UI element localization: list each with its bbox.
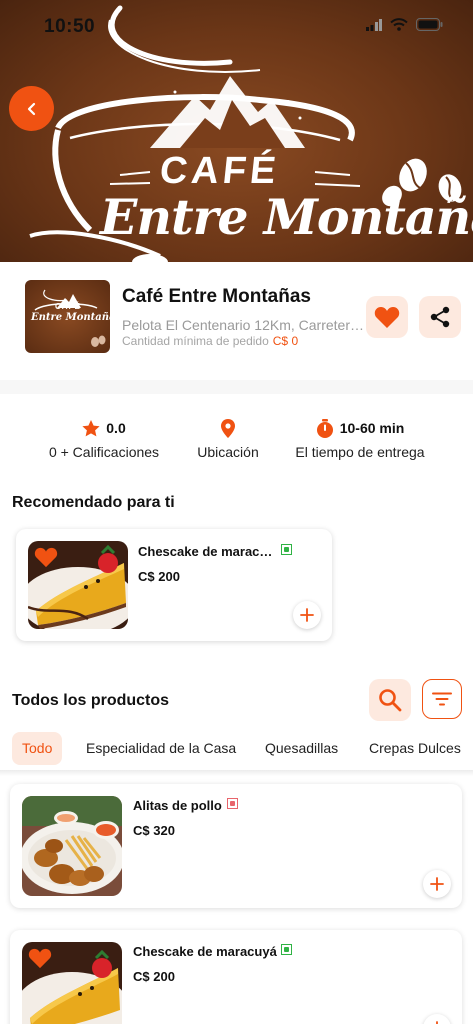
plus-icon [430,877,444,891]
product-price: C$ 200 [138,569,180,584]
tab-crepas-dulces[interactable]: Crepas Dulces [369,732,461,765]
product-image [28,541,128,629]
tab-especialidad-de-la-casa[interactable]: Especialidad de la Casa [86,732,236,765]
location-pin-icon [221,418,235,438]
battery-icon [416,18,443,31]
filter-icon [432,692,452,706]
chicken-wings-image [22,796,122,896]
star-icon [82,419,100,436]
signal-icon [366,18,382,31]
store-logo: CAFÉ Entre Montañas [25,280,110,353]
store-name: Café Entre Montañas [122,286,311,307]
location-stat[interactable]: Ubicación [190,418,266,460]
product-name: Chescake de maracuyá [138,544,273,559]
wifi-icon [390,18,408,31]
min-order-label: Cantidad mínima de pedido [122,334,269,348]
min-order-value: C$ 0 [272,334,299,348]
recommended-title: Recomendado para ti [12,494,175,511]
favorite-button[interactable] [366,296,408,338]
delivery-time-label: El tiempo de entrega [295,444,425,460]
delivery-time-value: 10-60 min [339,420,405,436]
recommended-product-card[interactable]: Chescake de maracuyá C$ 200 [16,529,332,641]
all-products-title: Todos los productos [12,692,170,709]
brand-cafe-text: CAFÉ [157,150,282,192]
store-info-card: CAFÉ Entre Montañas Café Entre Montañas … [0,262,473,380]
add-to-cart-button[interactable] [293,601,321,629]
share-button[interactable] [419,296,461,338]
product-name: Alitas de pollo [133,798,222,813]
non-veg-badge-icon [227,798,238,809]
rating-stat[interactable]: 0.0 0 + Calificaciones [44,418,164,460]
store-logo-cafe: CAFÉ [55,302,81,311]
tabs-divider [0,770,473,776]
section-divider [0,380,473,394]
add-to-cart-button[interactable] [423,1014,451,1024]
delivery-time-stat: 10-60 min El tiempo de entrega [290,418,430,460]
store-logo-name: Entre Montañas [31,312,110,323]
rating-value: 0.0 [106,420,126,436]
search-icon [379,689,402,712]
product-card[interactable]: Alitas de pollo C$ 320 [10,784,462,908]
rating-label: 0 + Calificaciones [48,444,160,460]
product-image [22,796,122,896]
tab-quesadillas[interactable]: Quesadillas [265,732,338,765]
add-to-cart-button[interactable] [423,870,451,898]
back-button[interactable] [9,86,54,131]
timer-icon [316,418,333,438]
location-label: Ubicación [197,444,259,460]
product-card[interactable]: Chescake de maracuyá C$ 200 [10,930,462,1024]
product-image [22,942,122,1024]
filter-button[interactable] [422,679,462,719]
category-tabs: Todo Especialidad de la Casa Quesadillas… [0,732,473,766]
veg-badge-icon [281,544,292,555]
product-name: Chescake de maracuyá [133,944,277,959]
min-order: Cantidad mínima de pedido C$ 0 [122,334,298,348]
heart-icon[interactable] [34,547,58,568]
tab-todo[interactable]: Todo [12,732,63,765]
status-bar: 10:50 [0,0,473,54]
product-price: C$ 200 [133,969,175,984]
status-icons [366,18,443,31]
store-address: Pelota El Centenario 12Km, Carretera a J… [122,317,364,333]
search-button[interactable] [369,679,411,721]
share-icon [430,306,450,328]
plus-icon [300,608,314,622]
veg-badge-icon [281,944,292,955]
product-price: C$ 320 [133,823,175,838]
status-time: 10:50 [44,16,96,37]
heart-icon [374,306,400,328]
heart-icon[interactable] [28,948,52,969]
brand-name-text: Entre Montañas [100,188,473,246]
chevron-left-icon [27,102,35,115]
